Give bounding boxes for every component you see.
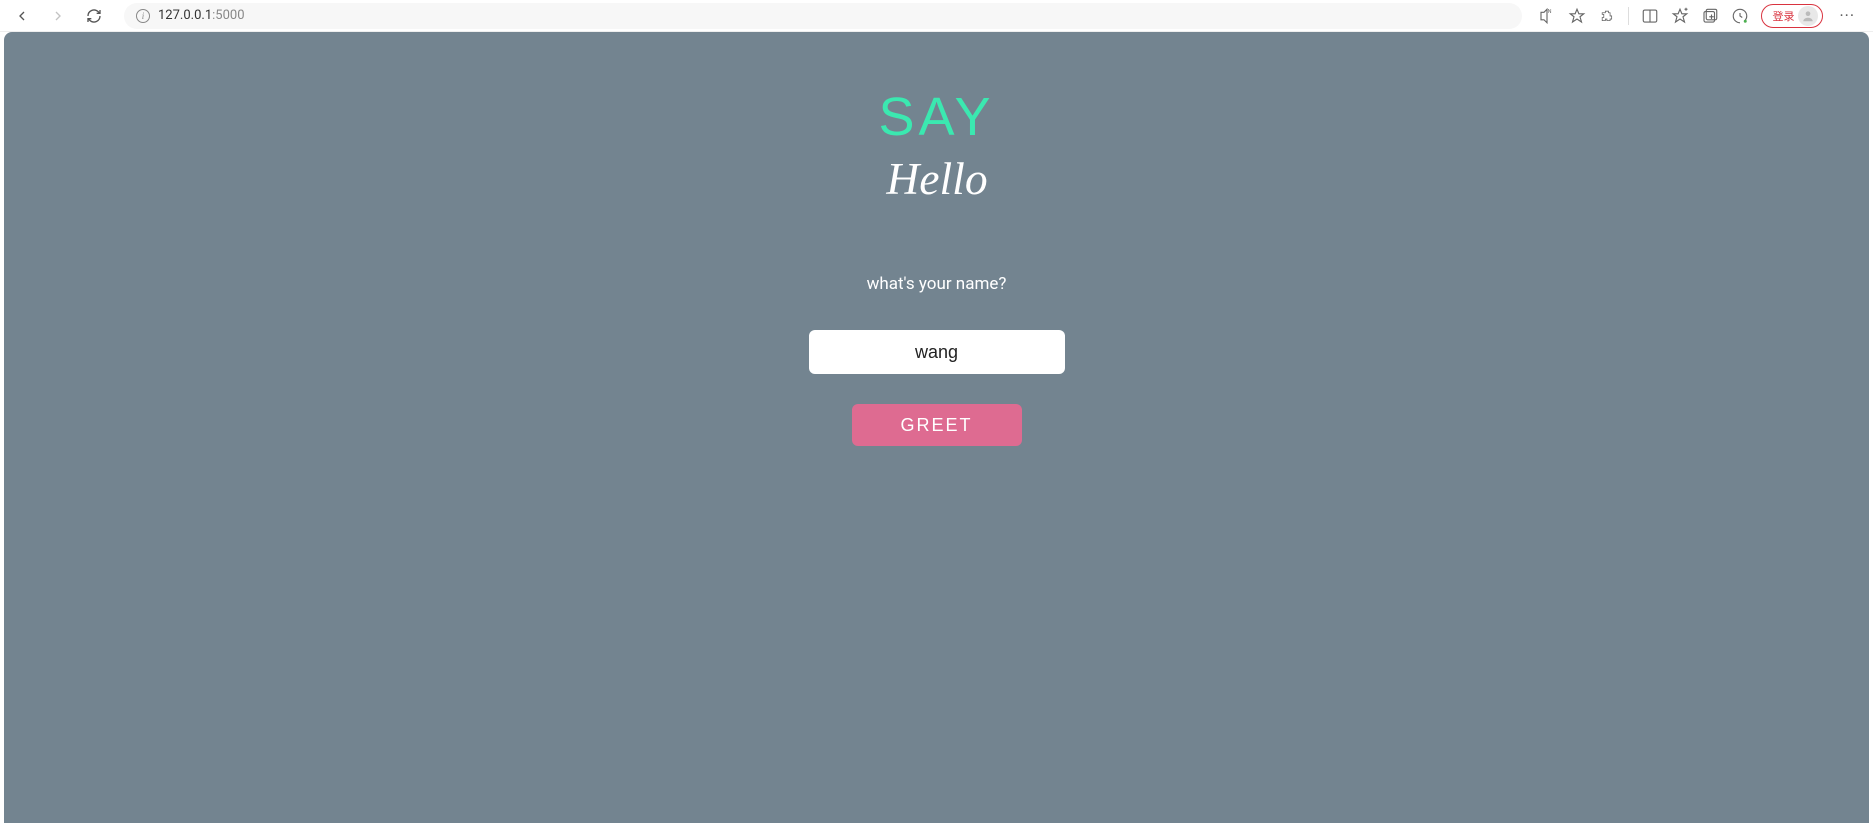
svg-text:Hello: Hello <box>885 153 987 204</box>
split-screen-icon[interactable] <box>1641 7 1659 25</box>
site-info-icon[interactable]: i <box>136 9 150 23</box>
back-button[interactable] <box>8 2 36 30</box>
browser-toolbar: i 127.0.0.1:5000 N 登录 <box>0 0 1873 32</box>
svg-text:N: N <box>1548 9 1552 15</box>
address-bar[interactable]: i 127.0.0.1:5000 <box>124 3 1522 29</box>
page-content: SAY Hello what's your name? GREET <box>4 32 1869 823</box>
read-aloud-icon[interactable]: N <box>1538 7 1556 25</box>
name-prompt: what's your name? <box>867 274 1007 294</box>
performance-icon[interactable] <box>1731 7 1749 25</box>
login-button[interactable]: 登录 <box>1761 4 1823 28</box>
avatar-icon <box>1798 6 1818 26</box>
star-icon[interactable] <box>1568 7 1586 25</box>
url-text: 127.0.0.1:5000 <box>158 8 245 23</box>
login-label: 登录 <box>1772 8 1794 24</box>
toolbar-right: N 登录 ··· <box>1538 4 1865 28</box>
collections-icon[interactable] <box>1701 7 1719 25</box>
favorites-icon[interactable] <box>1671 7 1689 25</box>
name-input[interactable] <box>809 330 1065 374</box>
toolbar-divider <box>1628 7 1629 25</box>
extensions-icon[interactable] <box>1598 7 1616 25</box>
forward-button[interactable] <box>44 2 72 30</box>
greet-button[interactable]: GREET <box>852 404 1022 446</box>
reload-button[interactable] <box>80 2 108 30</box>
heading-hello: Hello <box>847 142 1027 226</box>
more-menu-icon[interactable]: ··· <box>1835 6 1859 25</box>
heading-say: SAY <box>878 86 994 148</box>
